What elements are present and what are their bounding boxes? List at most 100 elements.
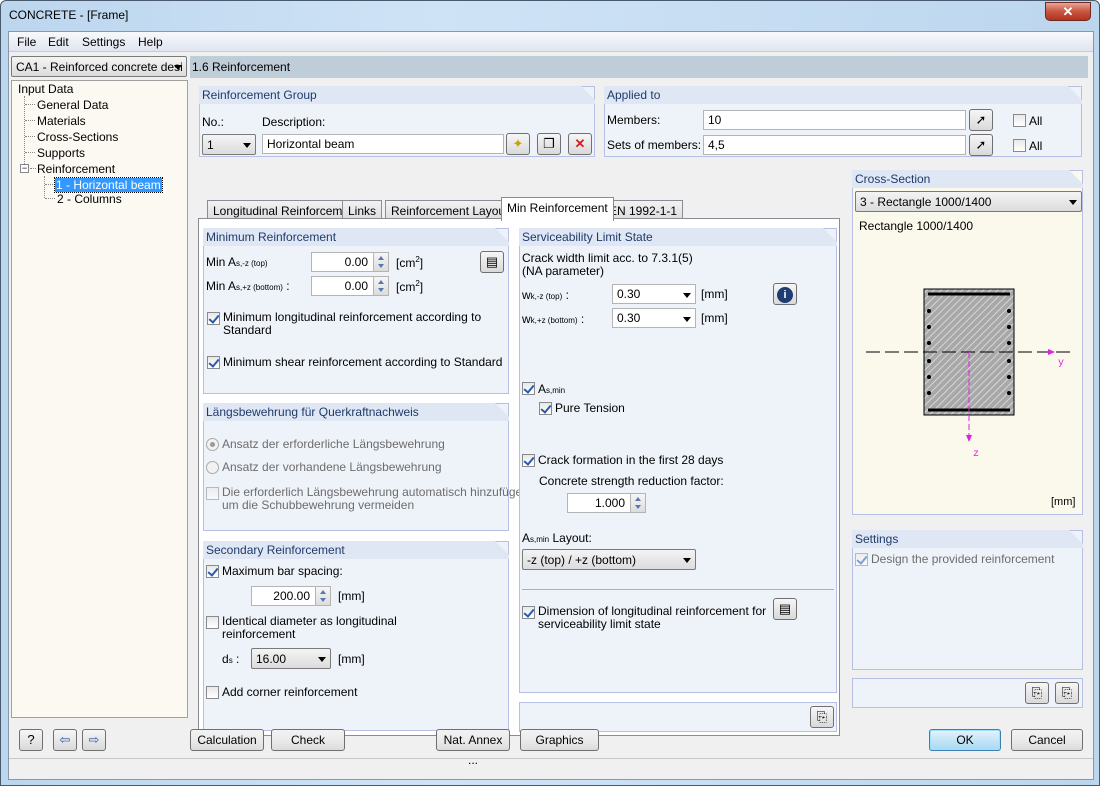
help-button[interactable]: ? — [19, 729, 43, 751]
next-button[interactable]: ⇨ — [82, 729, 106, 751]
tree-item-supports[interactable]: Supports — [37, 146, 85, 160]
rebar-dot — [1007, 359, 1011, 363]
min-longitudinal-checkbox[interactable] — [207, 312, 220, 325]
min-as-top-input[interactable]: 0.00 — [311, 252, 389, 272]
dimension-details-button[interactable]: ▤ — [773, 598, 797, 620]
z-axis-arrow-icon — [966, 435, 972, 442]
spinner-icon[interactable] — [373, 253, 388, 271]
edit-dialog-icon: ▤ — [485, 254, 499, 269]
description-label: Description: — [262, 115, 326, 129]
wk-bottom-select[interactable]: 0.30 — [612, 308, 696, 328]
pure-tension-checkbox[interactable] — [539, 402, 552, 415]
nat-annex-button[interactable]: Nat. Annex ... — [436, 729, 510, 767]
ok-button[interactable]: OK — [929, 729, 1001, 751]
crack-28-days-checkbox[interactable] — [522, 454, 535, 467]
menu-settings[interactable]: Settings — [82, 35, 125, 49]
new-group-button[interactable]: ✦ — [506, 133, 530, 155]
dimension-sls-checkbox[interactable] — [522, 606, 535, 619]
client-area: File Edit Settings Help CA1 - Reinforced… — [8, 31, 1094, 780]
rebar-dot — [927, 325, 931, 329]
min-as-top-label: Min As,-z (top) — [206, 255, 268, 269]
auto-add-label: Die erforderlich Längsbewehrung automati… — [222, 485, 533, 512]
export-defaults-button[interactable]: ⎘ — [1055, 682, 1079, 704]
bar-spacing-input[interactable]: 200.00 — [251, 586, 331, 606]
sets-of-members-input[interactable]: 4,5 — [703, 135, 966, 155]
export-icon: ⎘ — [1061, 685, 1073, 700]
info-button[interactable]: i — [773, 283, 797, 305]
group-title: Serviceability Limit State — [519, 228, 837, 246]
spinner-icon[interactable] — [630, 494, 645, 512]
vorhandene-radio[interactable] — [206, 461, 219, 474]
corner-reinforcement-checkbox[interactable] — [206, 686, 219, 699]
members-all-checkbox[interactable] — [1013, 114, 1026, 127]
description-input[interactable]: Horizontal beam — [262, 134, 504, 154]
tree-item-materials[interactable]: Materials — [37, 114, 86, 128]
menu-help[interactable]: Help — [138, 35, 163, 49]
export-button[interactable]: ⎘ — [810, 706, 834, 728]
wk-top-select[interactable]: 0.30 — [612, 284, 696, 304]
case-selector[interactable]: CA1 - Reinforced concrete desi — [11, 56, 187, 77]
menu-file[interactable]: File — [17, 35, 36, 49]
info-icon: i — [777, 287, 793, 303]
menu-bar: File Edit Settings Help — [9, 32, 1093, 52]
auto-add-checkbox[interactable] — [206, 487, 219, 500]
tab-en-1992[interactable]: EN 1992-1-1 — [603, 200, 684, 220]
unit-label: [mm] — [338, 652, 365, 666]
previous-button[interactable]: ⇦ — [53, 729, 77, 751]
pick-sets-button[interactable]: ➚ — [969, 134, 993, 156]
max-bar-spacing-checkbox[interactable] — [206, 565, 219, 578]
identical-diameter-checkbox[interactable] — [206, 616, 219, 629]
members-input[interactable]: 10 — [703, 110, 966, 130]
copy-icon: ❐ — [543, 136, 555, 151]
group-title: Längsbewehrung für Querkraftnachweis — [203, 403, 509, 421]
asmin-checkbox[interactable] — [522, 382, 535, 395]
copy-group-button[interactable]: ❐ — [537, 133, 561, 155]
menu-edit[interactable]: Edit — [48, 35, 69, 49]
min-shear-checkbox[interactable] — [207, 356, 220, 369]
tree-item-horizontal-beam[interactable]: 1 - Horizontal beam — [54, 177, 163, 193]
import-icon: ⎘ — [1031, 685, 1043, 700]
group-title: Minimum Reinforcement — [203, 228, 509, 246]
settings-toolbar: ⎘ ⎘ — [852, 678, 1083, 708]
calculation-button[interactable]: Calculation — [190, 729, 264, 751]
tab-links[interactable]: Links — [342, 200, 383, 220]
tab-min-reinforcement[interactable]: Min Reinforcement — [501, 197, 614, 221]
min-reinf-details-button[interactable]: ▤ — [480, 251, 504, 273]
tree-item-cross-sections[interactable]: Cross-Sections — [37, 130, 118, 144]
tree-item-reinforcement[interactable]: Reinforcement — [37, 162, 115, 176]
asmin-layout-select[interactable]: -z (top) / +z (bottom) — [522, 549, 696, 570]
collapse-toggle-icon[interactable]: − — [20, 164, 29, 173]
cancel-button[interactable]: Cancel — [1011, 729, 1083, 751]
cross-section-select[interactable]: 3 - Rectangle 1000/1400 — [855, 191, 1082, 212]
tree-item-columns[interactable]: 2 - Columns — [57, 192, 122, 206]
design-provided-checkbox[interactable] — [855, 553, 868, 566]
close-button[interactable]: ✕ — [1045, 2, 1091, 21]
wk-top-label: wk,-z (top) : — [522, 288, 569, 302]
tree-root-input-data[interactable]: Input Data — [18, 82, 73, 96]
reduction-factor-input[interactable]: 1.000 — [567, 493, 646, 513]
check-button[interactable]: Check — [271, 729, 345, 751]
sls-toolbar: ⎘ — [519, 702, 837, 732]
ds-label: ds : — [222, 652, 240, 666]
import-button[interactable]: ⎘ — [1025, 682, 1049, 704]
sets-label: Sets of members: — [607, 138, 702, 152]
group-title: Settings — [852, 530, 1083, 548]
pick-members-button[interactable]: ➚ — [969, 109, 993, 131]
erforderliche-radio[interactable] — [206, 438, 219, 451]
sets-all-checkbox[interactable] — [1013, 139, 1026, 152]
asmin-label: As,min — [538, 382, 566, 396]
graphics-button[interactable]: Graphics — [520, 729, 599, 751]
spinner-icon[interactable] — [315, 587, 330, 605]
max-bar-spacing-label: Maximum bar spacing: — [222, 564, 343, 578]
min-as-bottom-input[interactable]: 0.00 — [311, 276, 389, 296]
group-title: Secondary Reinforcement — [203, 541, 509, 559]
tree-line — [45, 198, 55, 199]
group-number-select[interactable]: 1 — [202, 134, 256, 155]
title-bar: CONCRETE - [Frame] ✕ — [1, 1, 1099, 31]
tree-item-general-data[interactable]: General Data — [37, 98, 108, 112]
ds-select[interactable]: 16.00 — [251, 648, 331, 669]
delete-group-button[interactable]: ✕ — [568, 133, 592, 155]
asmin-layout-value: -z (top) / +z (bottom) — [527, 553, 637, 567]
spinner-icon[interactable] — [373, 277, 388, 295]
tab-reinforcement-layout[interactable]: Reinforcement Layout — [385, 200, 515, 220]
